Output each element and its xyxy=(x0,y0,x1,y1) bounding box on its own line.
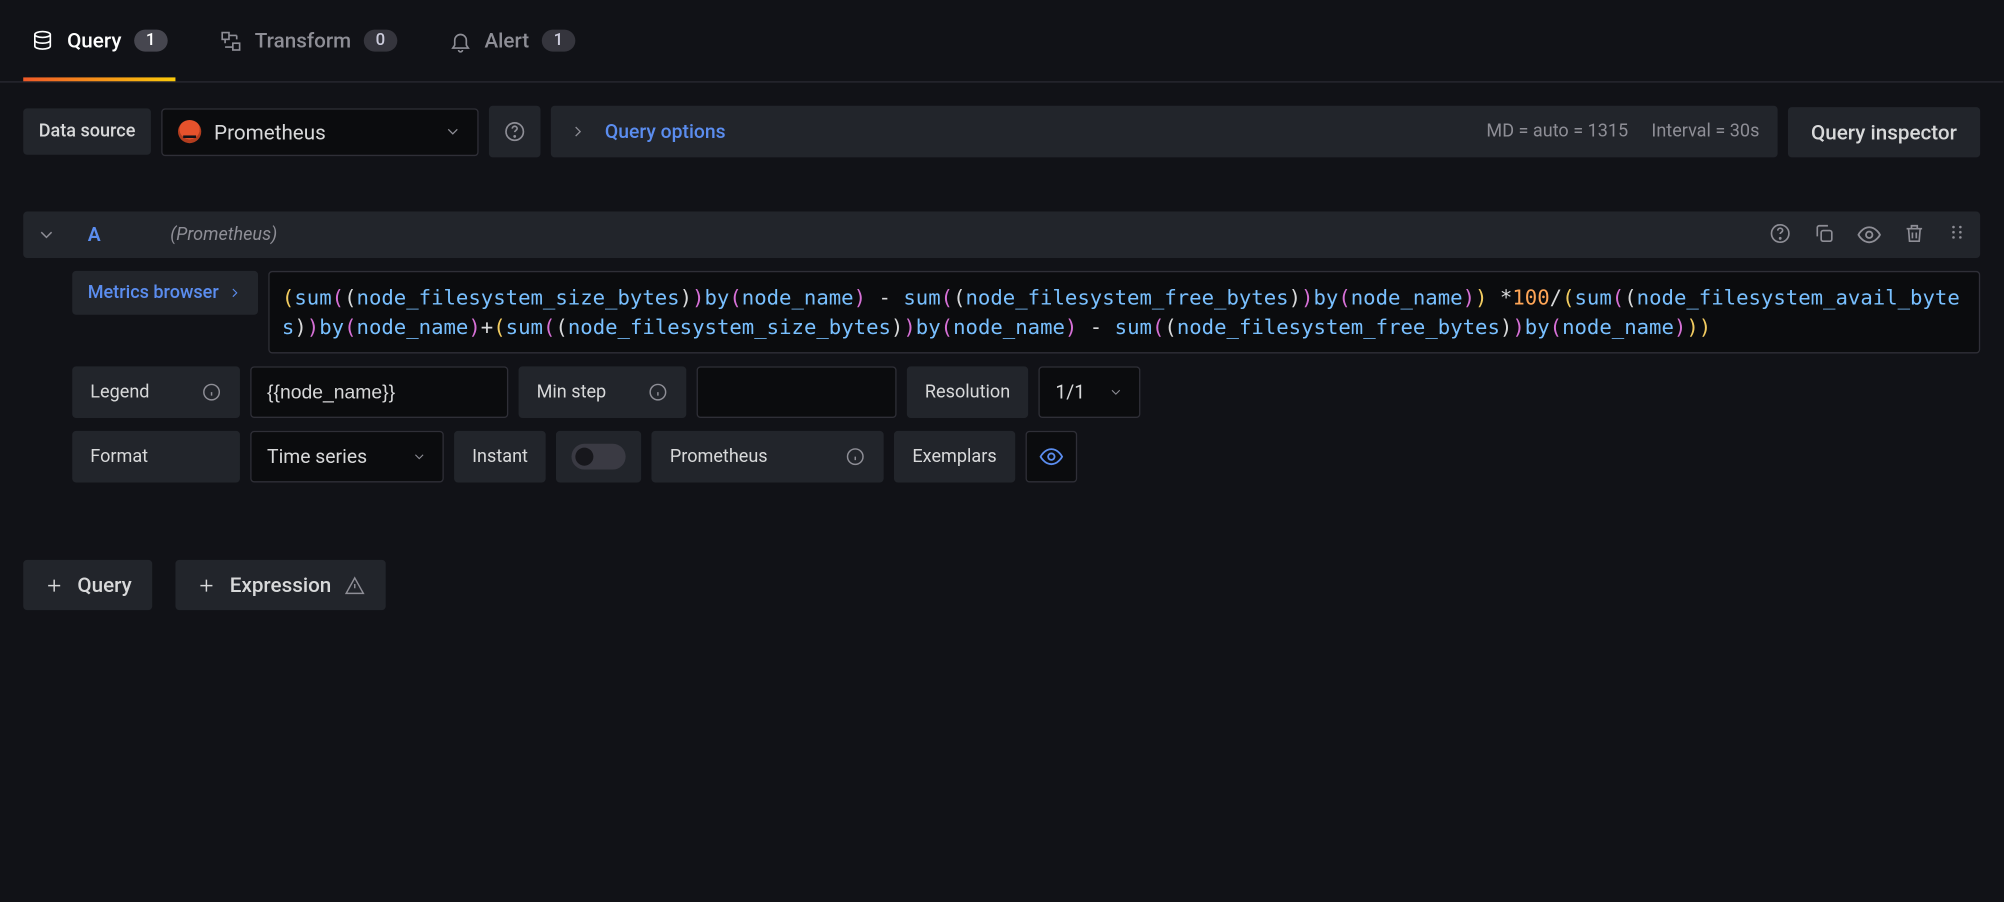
chevron-down-icon xyxy=(1108,385,1123,400)
tab-transform[interactable]: Transform 0 xyxy=(211,0,405,81)
legend-label: Legend xyxy=(72,367,240,419)
add-expression-button[interactable]: Expression xyxy=(176,560,386,610)
help-circle-icon xyxy=(503,120,526,143)
bell-icon xyxy=(448,29,471,52)
chevron-down-icon xyxy=(412,449,427,464)
query-visibility-button[interactable] xyxy=(1856,222,1882,248)
query-ref-id: A xyxy=(88,223,101,246)
query-drag-handle[interactable] xyxy=(1947,222,1968,248)
toolbar: Data source Prometheus Query options MD … xyxy=(0,83,2003,158)
query-expression-input[interactable]: (sum((node_filesystem_size_bytes))by(nod… xyxy=(268,271,1980,354)
minstep-input[interactable] xyxy=(697,367,897,419)
prometheus-logo-icon xyxy=(178,120,201,143)
resolution-select[interactable]: 1/1 xyxy=(1039,367,1141,419)
collapse-toggle[interactable] xyxy=(36,224,57,245)
grip-icon xyxy=(1947,222,1968,243)
help-circle-icon xyxy=(1769,222,1792,245)
database-icon xyxy=(31,29,54,52)
eye-icon xyxy=(1038,444,1064,470)
query-actions xyxy=(1769,222,1968,248)
warning-icon xyxy=(344,575,365,596)
tab-query[interactable]: Query 1 xyxy=(23,0,175,81)
tab-query-count: 1 xyxy=(134,30,167,52)
exemplars-toggle[interactable] xyxy=(1025,431,1077,483)
exemplars-label: Exemplars xyxy=(894,431,1014,483)
instant-label: Instant xyxy=(454,431,546,483)
minstep-label: Min step xyxy=(519,367,687,419)
query-options-bar: Query options MD = auto = 1315 Interval … xyxy=(551,106,1778,158)
prometheus-label: Prometheus xyxy=(652,431,884,483)
interval-text: Interval = 30s xyxy=(1651,121,1759,142)
chevron-down-icon xyxy=(444,123,462,141)
chevron-down-icon xyxy=(36,224,57,245)
tabs: Query 1 Transform 0 Alert 1 xyxy=(0,0,2003,83)
query-header: A (Prometheus) xyxy=(23,212,1980,258)
query-inspector-button[interactable]: Query inspector xyxy=(1788,106,1980,156)
format-select[interactable]: Time series xyxy=(250,431,443,483)
footer: Query Expression xyxy=(23,560,1980,610)
query-body: Metrics browser (sum((node_filesystem_si… xyxy=(23,271,1980,354)
transform-icon xyxy=(219,29,242,52)
query-delete-button[interactable] xyxy=(1903,222,1926,248)
datasource-label: Data source xyxy=(23,108,151,154)
plus-icon xyxy=(196,575,217,596)
instant-toggle[interactable] xyxy=(556,431,641,483)
copy-icon xyxy=(1812,222,1835,245)
tab-alert[interactable]: Alert 1 xyxy=(441,0,583,81)
tab-alert-count: 1 xyxy=(542,30,575,52)
format-label: Format xyxy=(72,431,240,483)
metrics-browser-label: Metrics browser xyxy=(88,283,219,304)
info-icon[interactable] xyxy=(648,382,669,403)
chevron-right-icon xyxy=(226,285,241,300)
tab-transform-label: Transform xyxy=(255,28,351,53)
query-options-caret[interactable] xyxy=(569,123,587,141)
add-query-button[interactable]: Query xyxy=(23,560,152,610)
chevron-right-icon xyxy=(569,123,587,141)
plus-icon xyxy=(44,575,65,596)
query-block: A (Prometheus) Metrics browser (sum((nod… xyxy=(23,212,1980,483)
datasource-value: Prometheus xyxy=(214,119,326,144)
trash-icon xyxy=(1903,222,1926,245)
legend-input[interactable] xyxy=(250,367,508,419)
query-options-row-1: Legend Min step Resolution 1/1 xyxy=(72,367,1980,419)
eye-icon xyxy=(1856,222,1882,248)
query-options-meta: MD = auto = 1315 Interval = 30s xyxy=(1486,121,1759,142)
tab-alert-label: Alert xyxy=(484,28,529,53)
datasource-select[interactable]: Prometheus xyxy=(161,108,478,156)
query-duplicate-button[interactable] xyxy=(1812,222,1835,248)
md-text: MD = auto = 1315 xyxy=(1486,121,1628,142)
query-options-link[interactable]: Query options xyxy=(605,120,726,143)
help-button[interactable] xyxy=(489,106,541,158)
resolution-label: Resolution xyxy=(907,367,1028,419)
info-icon[interactable] xyxy=(845,447,866,468)
info-icon[interactable] xyxy=(201,382,222,403)
tab-query-label: Query xyxy=(67,28,121,53)
query-help-button[interactable] xyxy=(1769,222,1792,248)
query-datasource-name: (Prometheus) xyxy=(170,224,277,245)
tab-transform-count: 0 xyxy=(364,30,397,52)
metrics-browser-button[interactable]: Metrics browser xyxy=(72,271,257,315)
query-options-row-2: Format Time series Instant Prometheus Ex… xyxy=(72,431,1980,483)
